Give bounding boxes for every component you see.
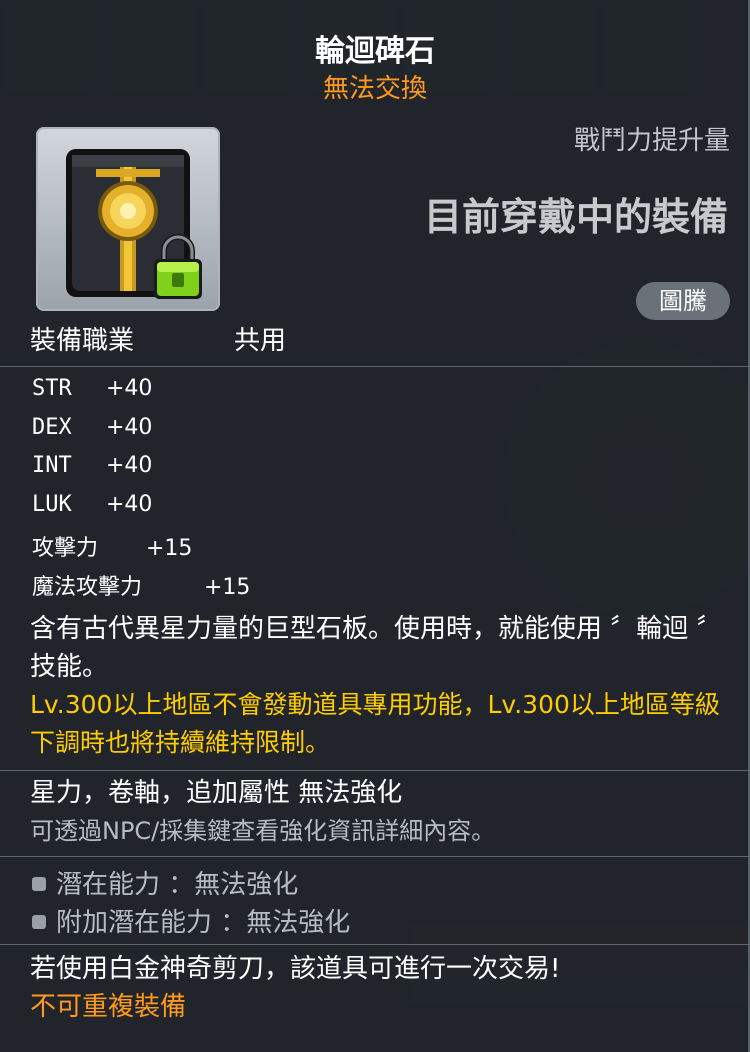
stat-key: STR	[32, 376, 72, 401]
item-tooltip: 輪迴碑石 無法交換 戰鬥力提升量 目前穿戴中的裝備 圖騰 裝備職業 共用 STR…	[0, 0, 750, 1052]
stat-value: +40	[106, 414, 153, 440]
divider	[0, 366, 750, 367]
power-increase-label: 戰鬥力提升量	[573, 126, 730, 156]
item-name: 輪迴碑石	[315, 34, 435, 69]
stat-row: 攻擊力 +15	[32, 530, 250, 569]
current-equipment-label: 目前穿戴中的裝備	[423, 195, 728, 239]
additional-potential-row: 附加潛在能力 ：無法強化	[32, 902, 350, 939]
category-badge: 圖騰	[636, 282, 730, 320]
potential-row: 潛在能力 ：無法強化	[32, 864, 298, 901]
bullet-icon	[32, 914, 46, 929]
stone-tablet-icon	[66, 149, 202, 299]
unique-equip-note: 不可重複裝備	[30, 992, 187, 1022]
job-label: 裝備職業	[30, 326, 135, 356]
stat-row: 魔法攻擊力 +15	[32, 569, 250, 608]
stat-value: +40	[106, 491, 153, 517]
stat-key: LUK	[32, 491, 72, 517]
divider	[0, 770, 750, 771]
job-value: 共用	[234, 326, 287, 356]
item-description: 含有古代異星力量的巨型石板。使用時，就能使用 〞輪迴 〞技能。	[30, 614, 723, 682]
stat-row: STR +40	[32, 376, 250, 415]
stat-list: STR +40 DEX +40 INT +40 LUK +40 攻擊力 +15 魔法攻擊力…	[32, 376, 250, 607]
divider	[0, 856, 750, 857]
level-restriction-warning: Lv.300以上地區不會發動道具專用功能，Lv.300以上地區等級下調時也將持續…	[30, 690, 720, 757]
additional-potential-label: 附加潛在能力 ：無法強化	[56, 908, 351, 938]
stat-key: DEX	[32, 414, 72, 440]
bullet-icon	[32, 876, 46, 891]
stat-key: 攻擊力	[32, 536, 99, 561]
stat-value: +15	[204, 574, 251, 600]
stat-key: INT	[32, 453, 72, 478]
scissors-trade-note: 若使用白金神奇剪刀，該道具可進行一次交易!	[30, 954, 561, 984]
stat-row: DEX +40	[32, 415, 250, 454]
item-icon-frame	[36, 127, 220, 311]
divider	[0, 944, 750, 945]
enhance-status: 星力，卷軸，追加屬性 無法強化	[30, 778, 403, 808]
stat-value: +15	[146, 536, 193, 561]
stat-key: 魔法攻擊力	[32, 574, 143, 600]
trade-status: 無法交換	[322, 74, 427, 104]
stat-row: INT +40	[32, 453, 250, 492]
stat-value: +40	[106, 376, 153, 401]
stat-value: +40	[106, 453, 153, 478]
enhance-hint: 可透過NPC/採集鍵查看強化資訊詳細內容。	[30, 817, 496, 845]
stat-row: LUK +40	[32, 492, 250, 531]
potential-label: 潛在能力 ：無法強化	[56, 870, 299, 900]
